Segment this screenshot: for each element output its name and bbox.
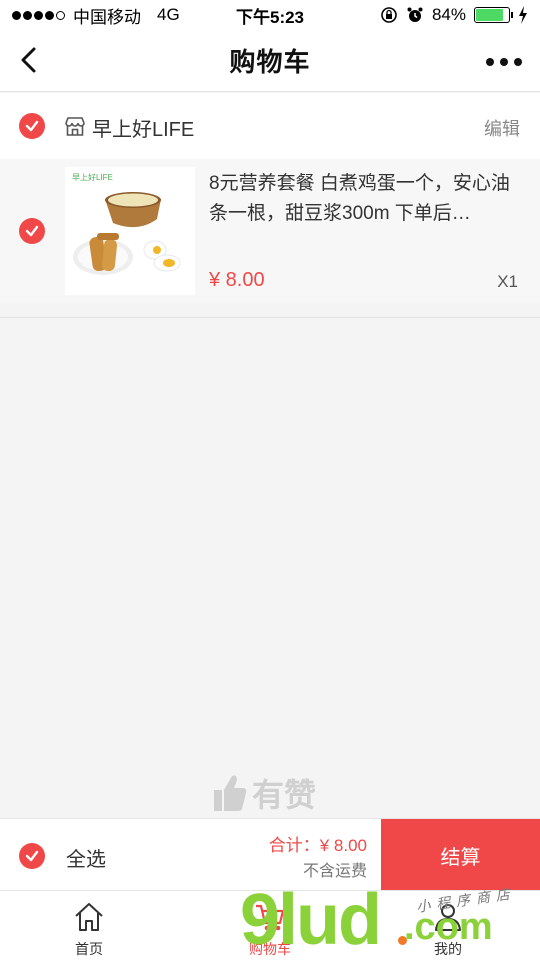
tab-home-label: 首页 <box>75 941 103 957</box>
checkout-button[interactable]: 结算 <box>381 819 540 891</box>
shop-select-checkbox[interactable] <box>19 113 45 139</box>
youzan-label: 有赞 <box>252 777 317 813</box>
battery-fill <box>476 9 503 21</box>
page-title: 购物车 <box>229 47 311 77</box>
youzan-watermark: 有赞 <box>212 770 316 816</box>
network-type: 4G <box>157 5 180 24</box>
charging-icon <box>519 6 527 24</box>
breakfast-illustration <box>73 192 181 275</box>
product-title[interactable]: 8元营养套餐 白煮鸡蛋一个，安心油条一根，甜豆浆300m 下单后… <box>209 169 524 229</box>
status-time: 下午5:23 <box>235 7 305 27</box>
battery-percent: 84% <box>431 5 466 24</box>
tab-bar: 首页 购物车 我的 <box>0 890 540 960</box>
store-icon <box>65 117 85 136</box>
more-options-icon[interactable] <box>486 58 522 66</box>
check-icon <box>25 225 39 237</box>
nav-bar: 购物车 <box>0 30 540 92</box>
checkout-bar: 全选 合计：¥ 8.00 不含运费 结算 <box>0 818 540 891</box>
tab-profile[interactable]: 我的 <box>398 891 498 960</box>
status-right: 84% <box>380 5 528 25</box>
tab-cart-label: 购物车 <box>249 941 291 957</box>
check-icon <box>25 120 39 132</box>
cart-item[interactable]: 早上好LIFE 8元营养套餐 白煮鸡蛋一个，安心油条一根，甜豆浆300m 下单后… <box>0 159 540 303</box>
status-bar: 中国移动 4G 下午5:23 84% <box>0 0 540 30</box>
tab-profile-label: 我的 <box>434 941 462 957</box>
shipping-note: 不含运费 <box>302 863 367 880</box>
carrier-name: 中国移动 <box>73 7 141 27</box>
product-price: ¥ 8.00 <box>209 269 265 291</box>
user-icon <box>435 904 461 931</box>
cart-icon <box>256 904 285 931</box>
rotation-lock-icon <box>381 7 397 23</box>
back-arrow-icon[interactable] <box>14 44 46 76</box>
select-all-checkbox[interactable] <box>19 843 45 869</box>
select-all-label[interactable]: 全选 <box>66 843 106 872</box>
edit-button[interactable]: 编辑 <box>484 115 520 141</box>
signal-strength-icon <box>12 10 65 20</box>
shop-name[interactable]: 早上好LIFE <box>92 113 194 142</box>
check-icon <box>25 850 39 862</box>
item-select-checkbox[interactable] <box>19 218 45 244</box>
shop-row: 早上好LIFE 编辑 <box>0 93 540 159</box>
tab-cart[interactable]: 购物车 <box>220 891 320 960</box>
total-price: 合计：¥ 8.00 <box>268 836 367 855</box>
tab-home[interactable]: 首页 <box>39 891 139 960</box>
divider <box>0 317 540 318</box>
alarm-icon <box>407 7 423 22</box>
home-icon <box>75 903 103 931</box>
thumbs-up-icon <box>214 775 247 811</box>
battery-icon <box>474 7 513 23</box>
product-image[interactable]: 早上好LIFE <box>65 167 195 295</box>
product-quantity: X1 <box>497 272 518 291</box>
status-left: 中国移动 4G <box>12 3 180 28</box>
